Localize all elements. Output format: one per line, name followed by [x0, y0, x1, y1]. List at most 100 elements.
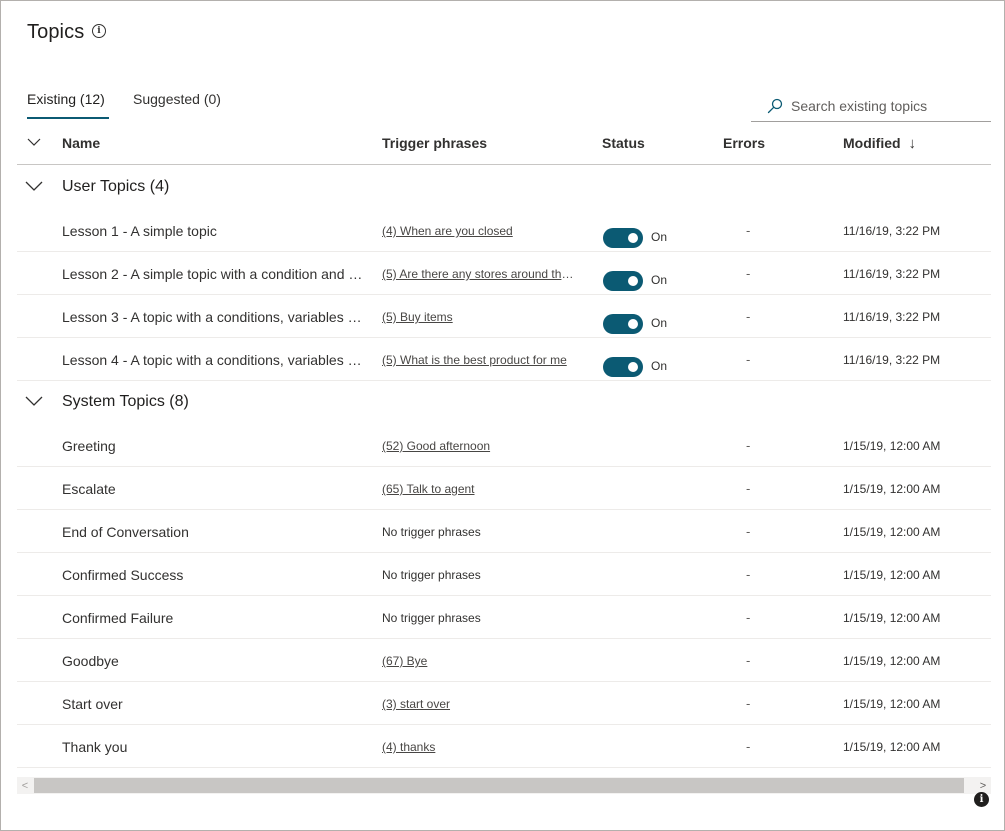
topic-name[interactable]: Goodbye [62, 653, 367, 669]
modified-date: 1/15/19, 12:00 AM [843, 482, 941, 496]
modified-date: 1/15/19, 12:00 AM [843, 654, 941, 668]
column-header-modified-label: Modified [843, 135, 901, 151]
search-icon [767, 98, 783, 114]
horizontal-scrollbar[interactable]: < > [17, 777, 991, 794]
group-collapse-chevron-icon[interactable] [25, 395, 43, 407]
trigger-phrases-link[interactable]: (4) When are you closed [382, 224, 577, 238]
status-toggle[interactable] [603, 228, 643, 248]
table-row[interactable]: Goodbye (67) Bye - 1/15/19, 12:00 AM [17, 639, 991, 682]
trigger-phrases-text: No trigger phrases [382, 611, 481, 625]
table-row[interactable]: Confirmed Success No trigger phrases - 1… [17, 553, 991, 596]
column-header-status[interactable]: Status [602, 135, 645, 151]
active-tab-indicator [27, 117, 109, 119]
table-row[interactable]: Escalate (65) Talk to agent - 1/15/19, 1… [17, 467, 991, 510]
errors-value: - [746, 610, 751, 625]
search-box[interactable] [751, 92, 991, 122]
topic-name[interactable]: Lesson 3 - A topic with a conditions, va… [62, 309, 367, 325]
sort-descending-icon: ↓ [908, 135, 917, 152]
tab-suggested[interactable]: Suggested (0) [133, 91, 221, 107]
group-title: System Topics (8) [62, 393, 189, 410]
table-row[interactable]: Confirmed Failure No trigger phrases - 1… [17, 596, 991, 639]
modified-date: 1/15/19, 12:00 AM [843, 697, 941, 711]
trigger-phrases-text: No trigger phrases [382, 525, 481, 539]
trigger-phrases-link[interactable]: (3) start over [382, 697, 577, 711]
table-row[interactable]: Start over (3) start over - 1/15/19, 12:… [17, 682, 991, 725]
trigger-phrases-link[interactable]: (65) Talk to agent [382, 482, 577, 496]
group-header-system-topics: System Topics (8) [17, 381, 991, 424]
table-row[interactable]: Lesson 4 - A topic with a conditions, va… [17, 338, 991, 381]
trigger-phrases-link[interactable]: (5) Buy items [382, 310, 577, 324]
info-icon[interactable]: i [92, 24, 106, 38]
status-label: On [651, 273, 668, 287]
column-header-trigger-phrases[interactable]: Trigger phrases [382, 135, 487, 151]
page-title: Topics [27, 21, 85, 43]
modified-date: 11/16/19, 3:22 PM [843, 267, 941, 281]
status-label: On [651, 230, 668, 244]
trigger-phrases-link[interactable]: (67) Bye [382, 654, 577, 668]
tab-existing[interactable]: Existing (12) [27, 91, 105, 107]
topic-name[interactable]: Escalate [62, 481, 367, 497]
help-info-icon[interactable]: i [974, 792, 989, 807]
column-header-modified[interactable]: Modified ↓ [843, 135, 916, 152]
modified-date: 1/15/19, 12:00 AM [843, 525, 941, 539]
topic-name[interactable]: Lesson 2 - A simple topic with a conditi… [62, 266, 367, 282]
status-label: On [651, 316, 668, 330]
trigger-phrases-link[interactable]: (4) thanks [382, 740, 577, 754]
modified-date: 11/16/19, 3:22 PM [843, 353, 941, 367]
modified-date: 1/15/19, 12:00 AM [843, 611, 941, 625]
status-toggle[interactable] [603, 314, 643, 334]
errors-value: - [746, 739, 751, 754]
status-label: On [651, 359, 668, 373]
table-row[interactable]: Thank you (4) thanks - 1/15/19, 12:00 AM [17, 725, 991, 768]
toggle-knob [628, 233, 638, 243]
errors-value: - [746, 352, 751, 367]
errors-value: - [746, 266, 751, 281]
topic-name[interactable]: Confirmed Success [62, 567, 367, 583]
table-row[interactable]: Greeting (52) Good afternoon - 1/15/19, … [17, 424, 991, 467]
grid-header: Name Trigger phrases Status Errors Modif… [17, 123, 991, 165]
topic-name[interactable]: End of Conversation [62, 524, 367, 540]
errors-value: - [746, 653, 751, 668]
search-input[interactable] [791, 98, 981, 114]
topic-name[interactable]: Start over [62, 696, 367, 712]
table-row[interactable]: Lesson 3 - A topic with a conditions, va… [17, 295, 991, 338]
scrollbar-thumb[interactable] [34, 778, 964, 793]
errors-value: - [746, 223, 751, 238]
column-header-name[interactable]: Name [62, 135, 100, 151]
table-row[interactable]: End of Conversation No trigger phrases -… [17, 510, 991, 553]
table-row[interactable]: Lesson 2 - A simple topic with a conditi… [17, 252, 991, 295]
topic-name[interactable]: Confirmed Failure [62, 610, 367, 626]
errors-value: - [746, 481, 751, 496]
trigger-phrases-link[interactable]: (5) Are there any stores around there [382, 267, 577, 281]
trigger-phrases-link[interactable]: (5) What is the best product for me [382, 353, 577, 367]
modified-date: 1/15/19, 12:00 AM [843, 568, 941, 582]
errors-value: - [746, 696, 751, 711]
topic-name[interactable]: Lesson 4 - A topic with a conditions, va… [62, 352, 367, 368]
modified-date: 1/15/19, 12:00 AM [843, 740, 941, 754]
toggle-knob [628, 362, 638, 372]
toggle-knob [628, 276, 638, 286]
table-row[interactable]: Lesson 1 - A simple topic (4) When are y… [17, 209, 991, 252]
topics-page: Topics i Existing (12) Suggested (0) Nam… [0, 0, 1005, 831]
toggle-knob [628, 319, 638, 329]
errors-value: - [746, 567, 751, 582]
modified-date: 11/16/19, 3:22 PM [843, 310, 941, 324]
scroll-left-arrow-icon[interactable]: < [17, 777, 33, 794]
group-collapse-chevron-icon[interactable] [25, 180, 43, 192]
topic-name[interactable]: Thank you [62, 739, 367, 755]
trigger-phrases-text: No trigger phrases [382, 568, 481, 582]
topic-name[interactable]: Lesson 1 - A simple topic [62, 223, 367, 239]
collapse-all-chevron-icon[interactable] [27, 137, 41, 147]
group-title: User Topics (4) [62, 178, 170, 195]
topic-name[interactable]: Greeting [62, 438, 367, 454]
status-toggle[interactable] [603, 357, 643, 377]
trigger-phrases-link[interactable]: (52) Good afternoon [382, 439, 577, 453]
errors-value: - [746, 524, 751, 539]
errors-value: - [746, 309, 751, 324]
group-header-user-topics: User Topics (4) [17, 166, 991, 209]
status-toggle[interactable] [603, 271, 643, 291]
modified-date: 11/16/19, 3:22 PM [843, 224, 941, 238]
column-header-errors[interactable]: Errors [723, 135, 765, 151]
errors-value: - [746, 438, 751, 453]
modified-date: 1/15/19, 12:00 AM [843, 439, 941, 453]
